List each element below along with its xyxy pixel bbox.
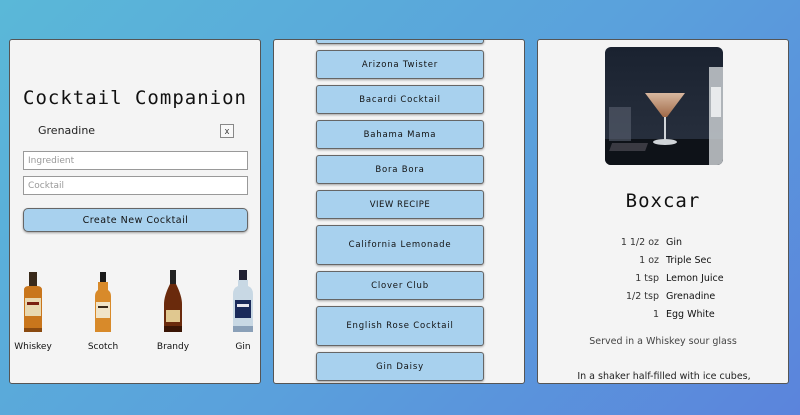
ingredient-input[interactable] — [23, 151, 248, 170]
spirit-whiskey[interactable]: Whiskey — [10, 268, 58, 352]
spirit-label: Whiskey — [14, 342, 52, 352]
ingredient-name: Lemon Juice — [666, 273, 724, 284]
recipe-item[interactable]: Arizona Twister — [316, 50, 484, 79]
ingredient-quantity: 1 — [652, 309, 659, 320]
search-panel: Cocktail Companion Grenadine x Create Ne… — [9, 39, 261, 384]
ingredient-name: Grenadine — [666, 291, 716, 302]
recipe-item[interactable]: Gin Daisy — [316, 352, 484, 381]
ingredient-quantity: 1/2 tsp — [625, 291, 659, 302]
recipe-item[interactable]: Clover Club — [316, 271, 484, 300]
ingredient-row: 1/2 tsp Grenadine — [538, 291, 788, 309]
spirit-gin[interactable]: Gin — [218, 268, 260, 352]
glass-type: Served in a Whiskey sour glass — [589, 336, 737, 347]
ingredient-list: 1 1/2 oz Gin 1 oz Triple Sec 1 tsp Lemon… — [538, 237, 788, 327]
recipe-item[interactable]: English Rose Cocktail — [316, 306, 484, 346]
recipe-title: Boxcar — [625, 190, 701, 212]
recipe-method: In a shaker half-filled with ice cubes, — [577, 371, 751, 382]
recipe-list-panel: Arizona Twister Bacardi Cocktail Bahama … — [273, 39, 525, 384]
recipe-item[interactable]: Bahama Mama — [316, 120, 484, 149]
app-title: Cocktail Companion — [23, 87, 247, 109]
ingredient-row: 1 tsp Lemon Juice — [538, 273, 788, 291]
selected-ingredient-label: Grenadine — [38, 124, 96, 137]
ingredient-name: Triple Sec — [666, 255, 712, 266]
ingredient-name: Egg White — [666, 309, 715, 320]
recipe-item[interactable]: California Lemonade — [316, 225, 484, 265]
gin-bottle-icon — [218, 268, 260, 338]
spirit-label: Gin — [235, 342, 251, 352]
recipe-detail-panel: Boxcar 1 1/2 oz Gin 1 oz Triple Sec 1 ts… — [537, 39, 789, 384]
spirit-label: Brandy — [156, 342, 190, 352]
spirit-brandy[interactable]: Brandy — [148, 268, 198, 352]
cocktail-input[interactable] — [23, 176, 248, 195]
brandy-bottle-icon — [148, 268, 198, 338]
spirit-scotch[interactable]: Scotch — [78, 268, 128, 352]
ingredient-row: 1 1/2 oz Gin — [538, 237, 788, 255]
ingredient-quantity: 1 oz — [639, 255, 659, 266]
spirit-shelf: Whiskey Scotch Brandy Gin — [10, 268, 260, 358]
scotch-bottle-icon — [78, 268, 128, 338]
recipe-item[interactable]: Bacardi Cocktail — [316, 85, 484, 114]
create-cocktail-button[interactable]: Create New Cocktail — [23, 208, 248, 232]
remove-ingredient-button[interactable]: x — [220, 124, 234, 138]
ingredient-row: 1 Egg White — [538, 309, 788, 327]
ingredient-row: 1 oz Triple Sec — [538, 255, 788, 273]
recipe-item[interactable]: Bora Bora — [316, 155, 484, 184]
selected-ingredient-chip: Grenadine x — [38, 124, 234, 140]
ingredient-quantity: 1 1/2 oz — [620, 237, 659, 248]
recipe-list: Arizona Twister Bacardi Cocktail Bahama … — [316, 40, 484, 383]
recipe-item[interactable] — [316, 40, 484, 44]
spirit-label: Scotch — [87, 342, 119, 352]
ingredient-name: Gin — [666, 237, 683, 248]
whiskey-bottle-icon — [10, 268, 58, 338]
view-recipe-button[interactable]: VIEW RECIPE — [316, 190, 484, 219]
cocktail-photo — [605, 47, 723, 165]
ingredient-quantity: 1 tsp — [635, 273, 659, 284]
